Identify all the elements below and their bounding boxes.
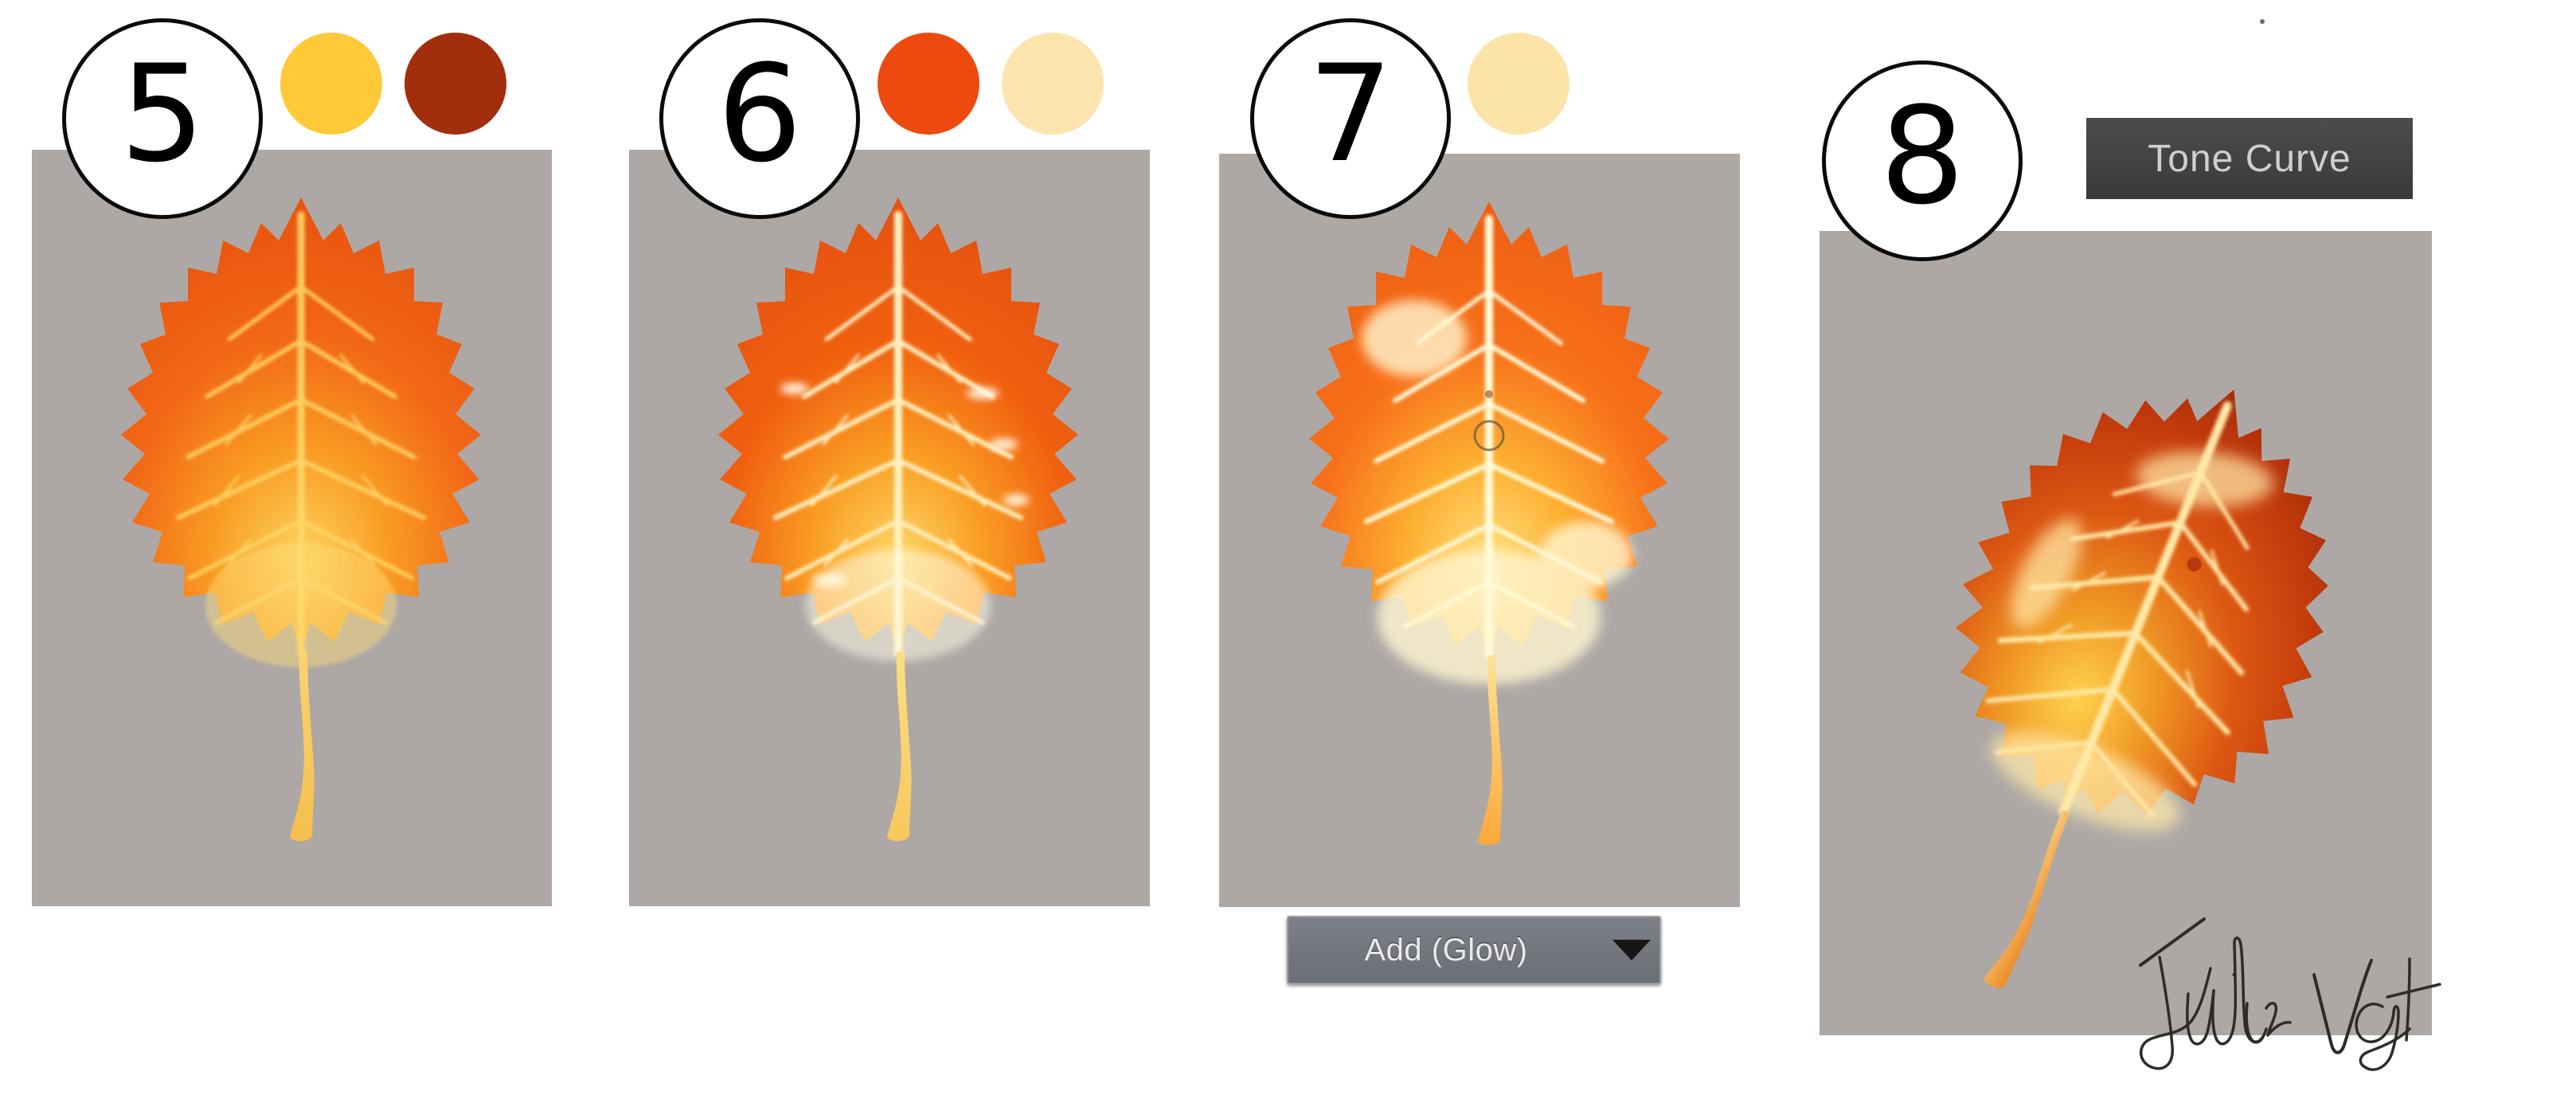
- artboard: 5 6 7 8 Add (Glow) Tone Curve: [0, 0, 2576, 1095]
- step-badge-8: 8: [1822, 61, 2023, 261]
- step-badge-6: 6: [659, 18, 860, 219]
- step-number-6: 6: [717, 36, 803, 192]
- color-swatch-pale-cream-6[interactable]: [1002, 33, 1104, 135]
- step-number-8: 8: [1879, 78, 1965, 234]
- artist-signature: [2118, 908, 2453, 1079]
- leaf-artwork-step-8: [1879, 263, 2405, 1011]
- leaf-artwork-step-7: [1290, 195, 1688, 856]
- color-swatch-pale-cream-7[interactable]: [1468, 33, 1569, 135]
- blend-mode-label: Add (Glow): [1364, 932, 1528, 968]
- color-swatch-golden-yellow[interactable]: [280, 33, 382, 135]
- chevron-down-icon[interactable]: [1604, 940, 1659, 960]
- leaf-artwork-step-5: [102, 191, 500, 852]
- step-badge-7: 7: [1250, 18, 1451, 219]
- leaf-artwork-step-6: [699, 191, 1097, 852]
- blend-mode-dropdown[interactable]: Add (Glow): [1287, 916, 1661, 984]
- tone-curve-label: Tone Curve: [2148, 137, 2351, 180]
- step-number-5: 5: [119, 36, 205, 192]
- tone-curve-button[interactable]: Tone Curve: [2086, 118, 2413, 199]
- color-swatch-brick-red[interactable]: [405, 33, 506, 135]
- step-badge-5: 5: [62, 18, 263, 219]
- step-number-7: 7: [1308, 36, 1394, 192]
- stray-dot-mark: [2260, 19, 2265, 24]
- color-swatch-vivid-orange[interactable]: [878, 33, 979, 135]
